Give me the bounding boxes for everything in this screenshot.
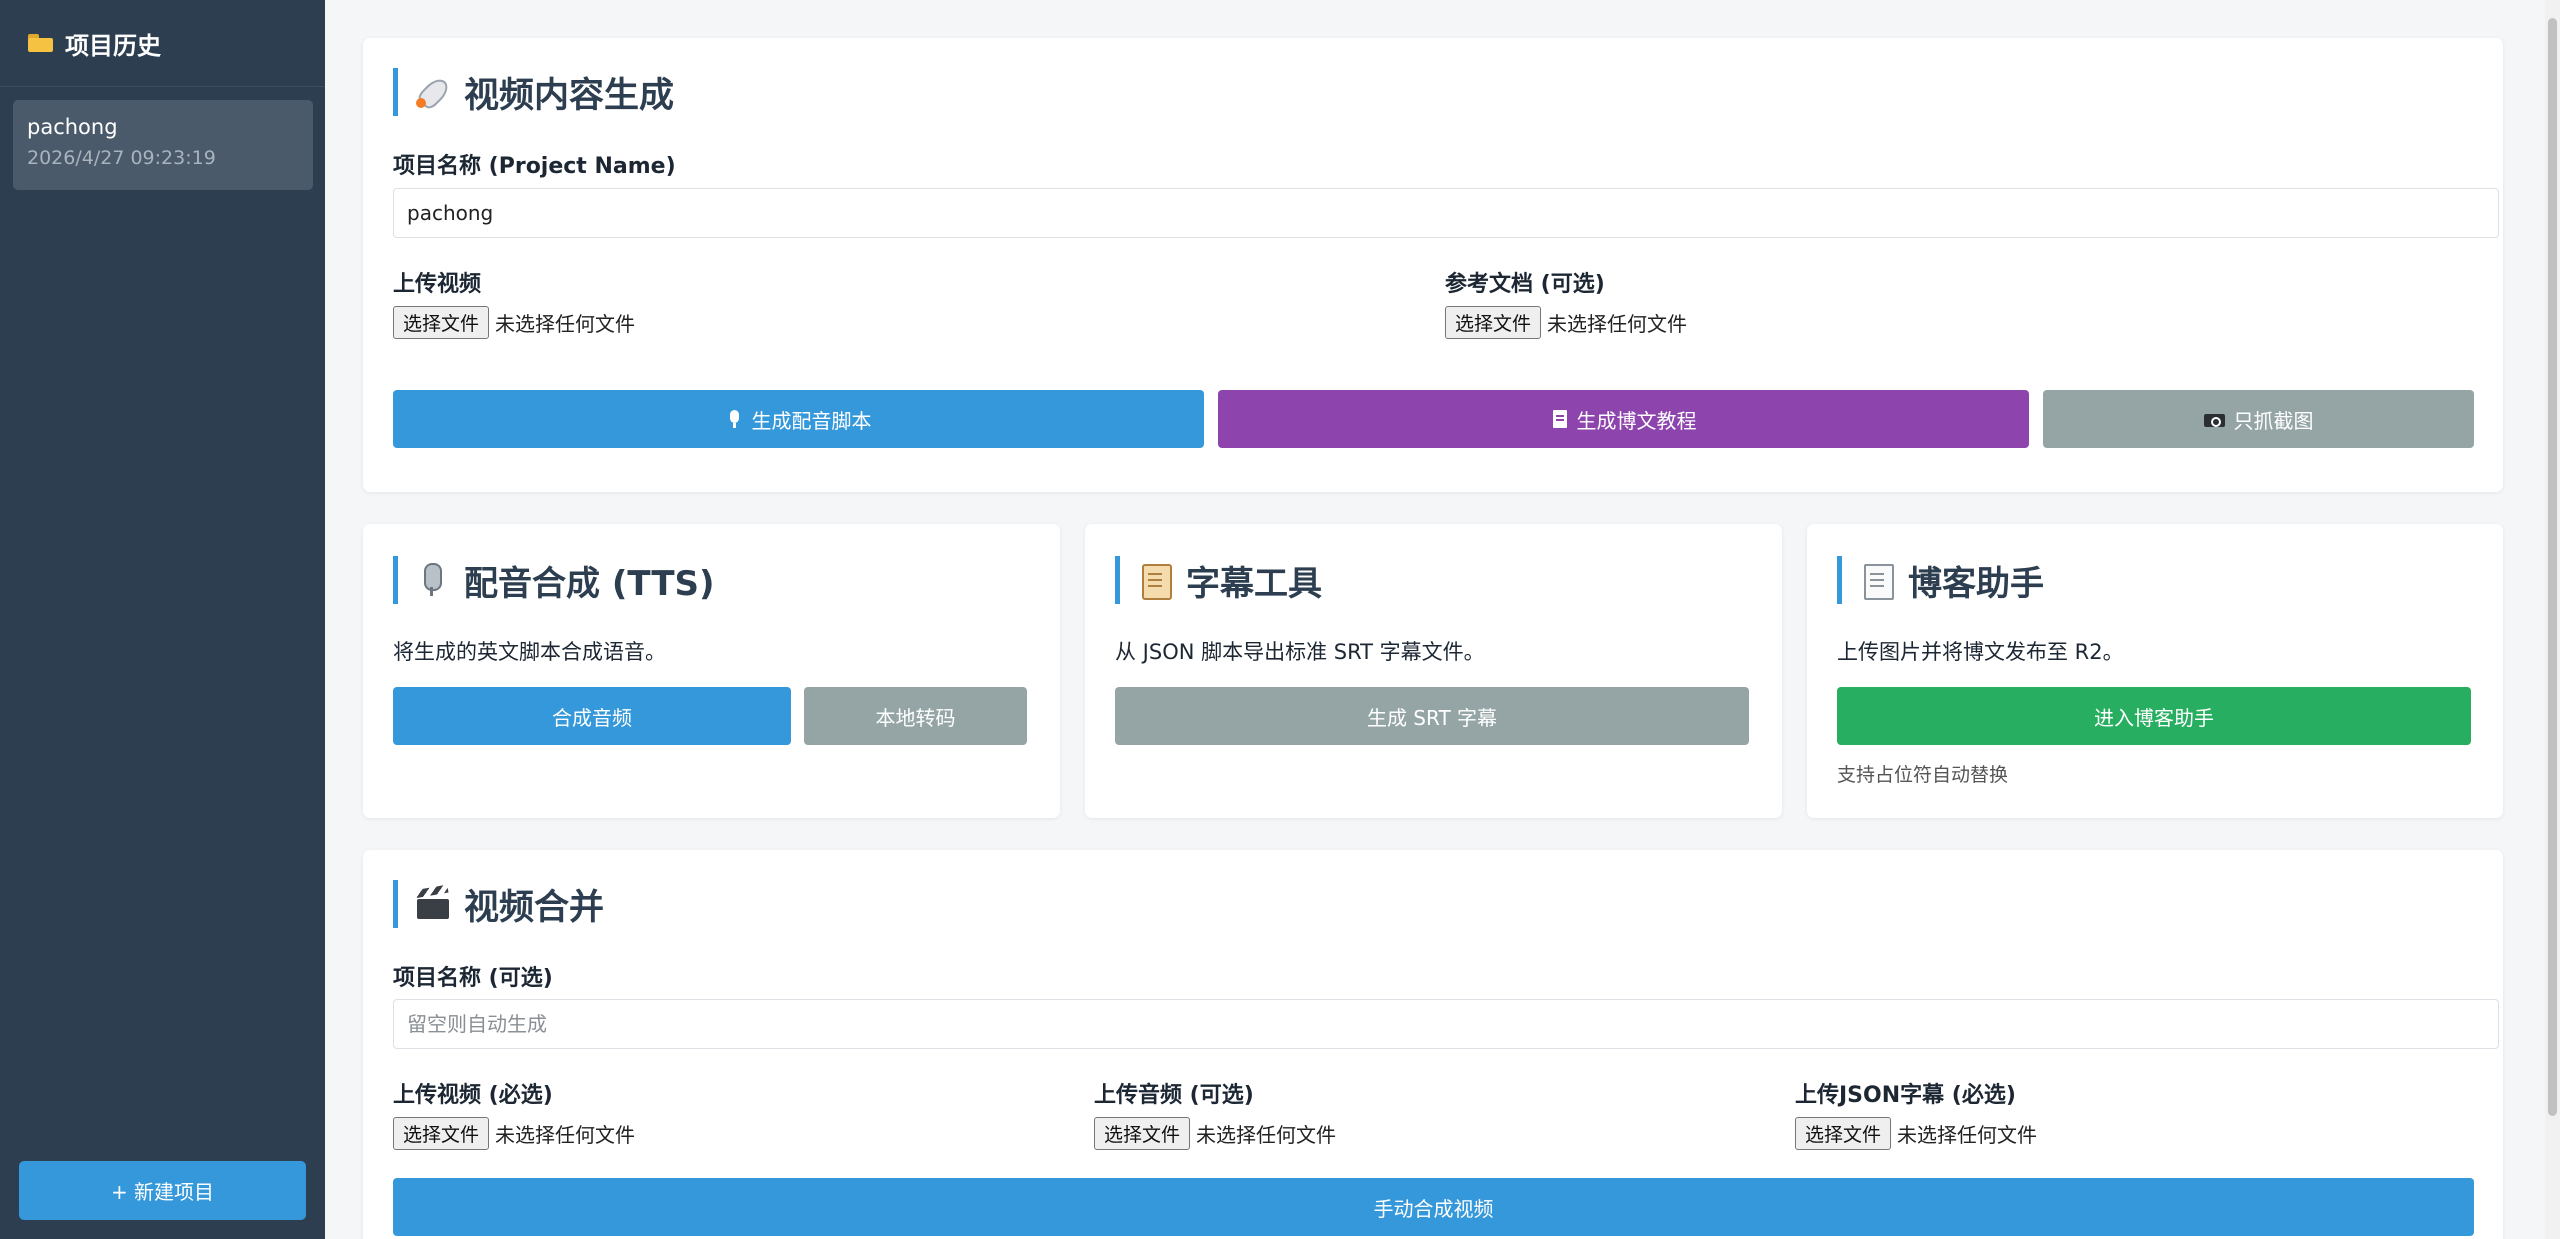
project-name-input[interactable] [393, 188, 2499, 238]
reference-doc-label: 参考文档 (可选) [1445, 272, 1605, 297]
new-project-button[interactable]: + 新建项目 [19, 1161, 306, 1220]
content-gen-title: 视频内容生成 [393, 68, 674, 116]
synthesize-audio-button[interactable]: 合成音频 [393, 687, 791, 745]
clapperboard-icon [414, 885, 452, 923]
blog-description: 上传图片并将博文发布至 R2。 [1837, 640, 2124, 664]
microphone-icon [726, 409, 744, 429]
video-merge-title: 视频合并 [393, 880, 604, 928]
microphone-icon [414, 561, 452, 599]
sidebar: 项目历史 pachong 2026/4/27 09:23:19 + 新建项目 [0, 0, 325, 1239]
rocket-icon [414, 73, 452, 111]
generate-voice-script-button[interactable]: 生成配音脚本 [393, 390, 1204, 448]
scrollbar-thumb[interactable] [2548, 18, 2557, 1116]
history-item-name: pachong [27, 115, 118, 139]
merge-upload-audio-file: 选择文件 未选择任何文件 [1094, 1117, 1336, 1150]
video-merge-card: 视频合并 项目名称 (可选) 上传视频 (必选) 选择文件 未选择任何文件 上传… [363, 850, 2503, 1239]
merge-project-name-input[interactable] [393, 999, 2499, 1049]
history-item-time: 2026/4/27 09:23:19 [27, 147, 216, 169]
tts-title: 配音合成 (TTS) [393, 556, 715, 604]
project-name-label: 项目名称 (Project Name) [393, 154, 676, 179]
subtitle-card: 字幕工具 从 JSON 脚本导出标准 SRT 字幕文件。 生成 SRT 字幕 [1085, 524, 1782, 818]
merge-upload-video-file: 选择文件 未选择任何文件 [393, 1117, 635, 1150]
merge-video-status: 未选择任何文件 [495, 1123, 636, 1147]
generate-srt-button[interactable]: 生成 SRT 字幕 [1115, 687, 1749, 745]
merge-video-choose-button[interactable]: 选择文件 [393, 1117, 490, 1150]
blog-title: 博客助手 [1837, 556, 2044, 604]
folder-icon [28, 34, 53, 52]
history-item[interactable]: pachong 2026/4/27 09:23:19 [13, 100, 313, 190]
subtitle-title: 字幕工具 [1115, 556, 1322, 604]
upload-video-status: 未选择任何文件 [495, 312, 636, 336]
reference-doc-status: 未选择任何文件 [1547, 312, 1688, 336]
sidebar-header: 项目历史 [0, 0, 325, 87]
scroll-icon [1136, 561, 1174, 600]
reference-doc-file: 选择文件 未选择任何文件 [1445, 306, 1687, 339]
blog-card: 博客助手 上传图片并将博文发布至 R2。 进入博客助手 支持占位符自动替换 [1807, 524, 2503, 818]
local-transcode-button[interactable]: 本地转码 [804, 687, 1027, 745]
merge-json-choose-button[interactable]: 选择文件 [1795, 1117, 1892, 1150]
manual-merge-video-button[interactable]: 手动合成视频 [393, 1178, 2474, 1236]
merge-project-name-label: 项目名称 (可选) [393, 966, 553, 991]
subtitle-description: 从 JSON 脚本导出标准 SRT 字幕文件。 [1115, 640, 1485, 664]
tts-card: 配音合成 (TTS) 将生成的英文脚本合成语音。 合成音频 本地转码 [363, 524, 1060, 818]
reference-doc-choose-button[interactable]: 选择文件 [1445, 306, 1542, 339]
merge-upload-json-label: 上传JSON字幕 (必选) [1795, 1083, 2016, 1108]
screenshots-only-button[interactable]: 只抓截图 [2043, 390, 2474, 448]
upload-video-label: 上传视频 [393, 272, 482, 297]
blog-note: 支持占位符自动替换 [1837, 764, 2009, 786]
tts-description: 将生成的英文脚本合成语音。 [393, 640, 666, 664]
sidebar-title: 项目历史 [65, 31, 161, 60]
content-gen-card: 视频内容生成 项目名称 (Project Name) 上传视频 选择文件 未选择… [363, 38, 2503, 492]
upload-video-file: 选择文件 未选择任何文件 [393, 306, 635, 339]
enter-blog-helper-button[interactable]: 进入博客助手 [1837, 687, 2471, 745]
camera-icon [2203, 409, 2226, 429]
generate-blog-tutorial-button[interactable]: 生成博文教程 [1218, 390, 2029, 448]
merge-upload-audio-label: 上传音频 (可选) [1094, 1083, 1254, 1108]
merge-upload-video-label: 上传视频 (必选) [393, 1083, 553, 1108]
memo-icon [1858, 561, 1896, 600]
page-scrollbar[interactable] [2545, 0, 2560, 1239]
merge-audio-status: 未选择任何文件 [1196, 1123, 1337, 1147]
memo-icon [1551, 409, 1569, 429]
merge-upload-json-file: 选择文件 未选择任何文件 [1795, 1117, 2037, 1150]
merge-audio-choose-button[interactable]: 选择文件 [1094, 1117, 1191, 1150]
merge-json-status: 未选择任何文件 [1897, 1123, 2038, 1147]
upload-video-choose-button[interactable]: 选择文件 [393, 306, 490, 339]
